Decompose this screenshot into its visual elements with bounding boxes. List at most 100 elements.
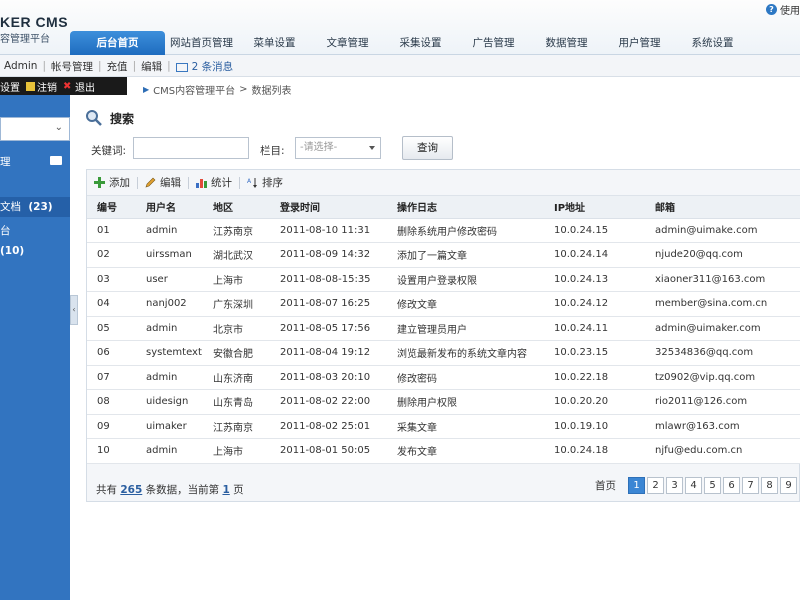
col-header-id[interactable]: 编号 xyxy=(87,196,136,219)
filter-row: 关键词: 栏目: -请选择- 查询 xyxy=(83,136,800,162)
table-row[interactable]: 03 user 上海市 2011-08-08-15:35 设置用户登录权限 10.0.24… xyxy=(87,267,800,292)
table-row[interactable]: 04 nanj002 广东深圳 2011-08-07 16:25 修改文章 10.0.24… xyxy=(87,291,800,317)
cell-username: systemtext xyxy=(136,340,203,366)
page-button[interactable]: 9 xyxy=(780,477,797,494)
settings-link[interactable]: 设置 xyxy=(0,79,20,94)
table-row[interactable]: 01 admin 江苏南京 2011-08-10 11:31 删除系统用户修改密码 10.… xyxy=(87,218,800,243)
table-row[interactable]: 07 admin 山东济南 2011-08-03 20:10 修改密码 10.0.22.1… xyxy=(87,365,800,390)
keyword-input[interactable] xyxy=(133,137,249,159)
total-mid: 条数据，当前第 xyxy=(145,484,220,496)
page-button[interactable]: 2 xyxy=(647,477,664,494)
page-button[interactable]: 1 xyxy=(628,477,645,494)
cell-id: 05 xyxy=(87,316,136,341)
logo-title: KER CMS xyxy=(0,14,69,30)
recharge-link[interactable]: 充值 xyxy=(107,59,128,74)
breadcrumb-root[interactable]: CMS内容管理平台 xyxy=(153,82,235,97)
sidebar-select[interactable]: ⌄ xyxy=(0,117,70,141)
page-button[interactable]: 5 xyxy=(704,477,721,494)
tab-articles[interactable]: 文章管理 xyxy=(311,31,384,55)
top-header: KER CMS 容管理平台 ? 使用 后台首页 网站首页管理 菜单设置 文章管理… xyxy=(0,0,800,55)
col-header-login-time[interactable]: 登录时间 xyxy=(270,196,387,219)
col-header-username[interactable]: 用户名 xyxy=(136,196,203,219)
table-row[interactable]: 05 admin 北京市 2011-08-05 17:56 建立管理员用户 10.0.24… xyxy=(87,316,800,341)
tab-data[interactable]: 数据管理 xyxy=(530,31,603,55)
page-button[interactable]: 4 xyxy=(685,477,702,494)
table-row[interactable]: 09 uimaker 江苏南京 2011-08-02 25:01 采集文章 10.0.19… xyxy=(87,414,800,439)
cell-ip: 10.0.24.15 xyxy=(544,218,645,243)
messages-link[interactable]: 2 条消息 xyxy=(192,59,234,74)
cell-email: admin@uimake.com xyxy=(645,218,800,243)
cell-log: 浏览最新发布的系统文章内容 xyxy=(387,340,544,366)
sidebar-item-docs[interactable]: 文档 (23) xyxy=(0,197,70,217)
chevron-down-icon: ⌄ xyxy=(54,122,63,133)
page-button[interactable]: 6 xyxy=(723,477,740,494)
cell-region: 江苏南京 xyxy=(203,218,270,243)
cell-username: admin xyxy=(136,218,203,243)
first-page-link[interactable]: 首页 xyxy=(595,478,616,493)
table-row[interactable]: 08 uidesign 山东青岛 2011-08-02 22:00 删除用户权限 10.0… xyxy=(87,389,800,415)
page-button[interactable]: 8 xyxy=(761,477,778,494)
table-row[interactable]: 10 admin 上海市 2011-08-01 50:05 发布文章 10.0.24.18… xyxy=(87,438,800,464)
cell-login-time: 2011-08-02 25:01 xyxy=(270,414,387,439)
cell-log: 采集文章 xyxy=(387,414,544,439)
logo-subtitle: 容管理平台 xyxy=(0,34,50,45)
divider xyxy=(137,176,138,189)
search-title: 搜索 xyxy=(110,111,135,126)
page-button[interactable]: 7 xyxy=(742,477,759,494)
tab-users[interactable]: 用户管理 xyxy=(603,31,676,55)
exit-link[interactable]: 退出 xyxy=(75,79,95,94)
sidebar-collapse-handle[interactable]: ‹ xyxy=(70,295,78,325)
sub-toolbar: Admin | 帐号管理 | 充值 | 编辑 | 2 条消息 xyxy=(0,55,800,77)
cell-login-time: 2011-08-03 20:10 xyxy=(270,365,387,390)
table-header-row: 编号 用户名 地区 登录时间 操作日志 IP地址 邮箱 xyxy=(87,196,800,219)
cell-email: mlawr@163.com xyxy=(645,414,800,439)
sidebar-item-count-10[interactable]: (10) xyxy=(0,245,24,257)
sort-button[interactable]: A 排序 xyxy=(247,175,283,190)
account-link[interactable]: 帐号管理 xyxy=(51,59,93,74)
cell-ip: 10.0.24.18 xyxy=(544,438,645,464)
tab-site-home[interactable]: 网站首页管理 xyxy=(165,31,238,55)
col-header-region[interactable]: 地区 xyxy=(203,196,270,219)
edit-button[interactable]: 编辑 xyxy=(145,175,189,190)
divider: | xyxy=(98,60,102,72)
cell-region: 安徽合肥 xyxy=(203,340,270,366)
col-header-email[interactable]: 邮箱 xyxy=(645,196,800,219)
cell-login-time: 2011-08-01 50:05 xyxy=(270,438,387,464)
sidebar-item-manage[interactable]: 理 xyxy=(0,154,11,169)
column-select[interactable]: -请选择- xyxy=(295,137,381,159)
tab-ads[interactable]: 广告管理 xyxy=(457,31,530,55)
col-header-ip[interactable]: IP地址 xyxy=(544,196,645,219)
total-count[interactable]: 265 xyxy=(120,484,142,496)
edit-link[interactable]: 编辑 xyxy=(141,59,162,74)
data-table: 编号 用户名 地区 登录时间 操作日志 IP地址 邮箱 01 admin 江苏南京 2… xyxy=(87,196,800,464)
cell-id: 01 xyxy=(87,218,136,243)
tab-home[interactable]: 后台首页 xyxy=(70,31,165,55)
bar-chart-icon xyxy=(196,179,207,188)
table-toolbar: 添加 编辑 统计 A 排序 xyxy=(87,170,800,196)
tab-system[interactable]: 系统设置 xyxy=(676,31,749,55)
cell-id: 08 xyxy=(87,389,136,415)
cell-log: 删除系统用户修改密码 xyxy=(387,218,544,243)
cell-log: 修改文章 xyxy=(387,291,544,317)
query-button[interactable]: 查询 xyxy=(402,136,453,160)
cell-username: uidesign xyxy=(136,389,203,415)
add-button[interactable]: 添加 xyxy=(94,175,138,190)
tab-collect[interactable]: 采集设置 xyxy=(384,31,457,55)
cell-email: admin@uimaker.com xyxy=(645,316,800,341)
table-row[interactable]: 06 systemtext 安徽合肥 2011-08-04 19:12 浏览最新发布的系… xyxy=(87,340,800,366)
left-sidebar: 设置 注销 ✖ 退出 ⌄ 理 文档 (23) 台 (10) xyxy=(0,77,127,600)
message-icon xyxy=(175,62,188,72)
keyword-label: 关键词: xyxy=(91,145,127,157)
col-header-log[interactable]: 操作日志 xyxy=(387,196,544,219)
logout-link[interactable]: 注销 xyxy=(37,79,57,94)
table-row[interactable]: 02 uirssman 湖北武汉 2011-08-09 14:32 添加了一篇文章 10.… xyxy=(87,242,800,268)
edit-label: 编辑 xyxy=(160,177,181,189)
stats-button[interactable]: 统计 xyxy=(196,175,240,190)
cell-email: njude20@qq.com xyxy=(645,242,800,268)
page-button[interactable]: 3 xyxy=(666,477,683,494)
sidebar-item-platform[interactable]: 台 xyxy=(0,223,11,238)
help-link[interactable]: ? 使用 xyxy=(766,2,800,17)
tab-menu[interactable]: 菜单设置 xyxy=(238,31,311,55)
cell-username: nanj002 xyxy=(136,291,203,317)
cell-id: 06 xyxy=(87,340,136,366)
